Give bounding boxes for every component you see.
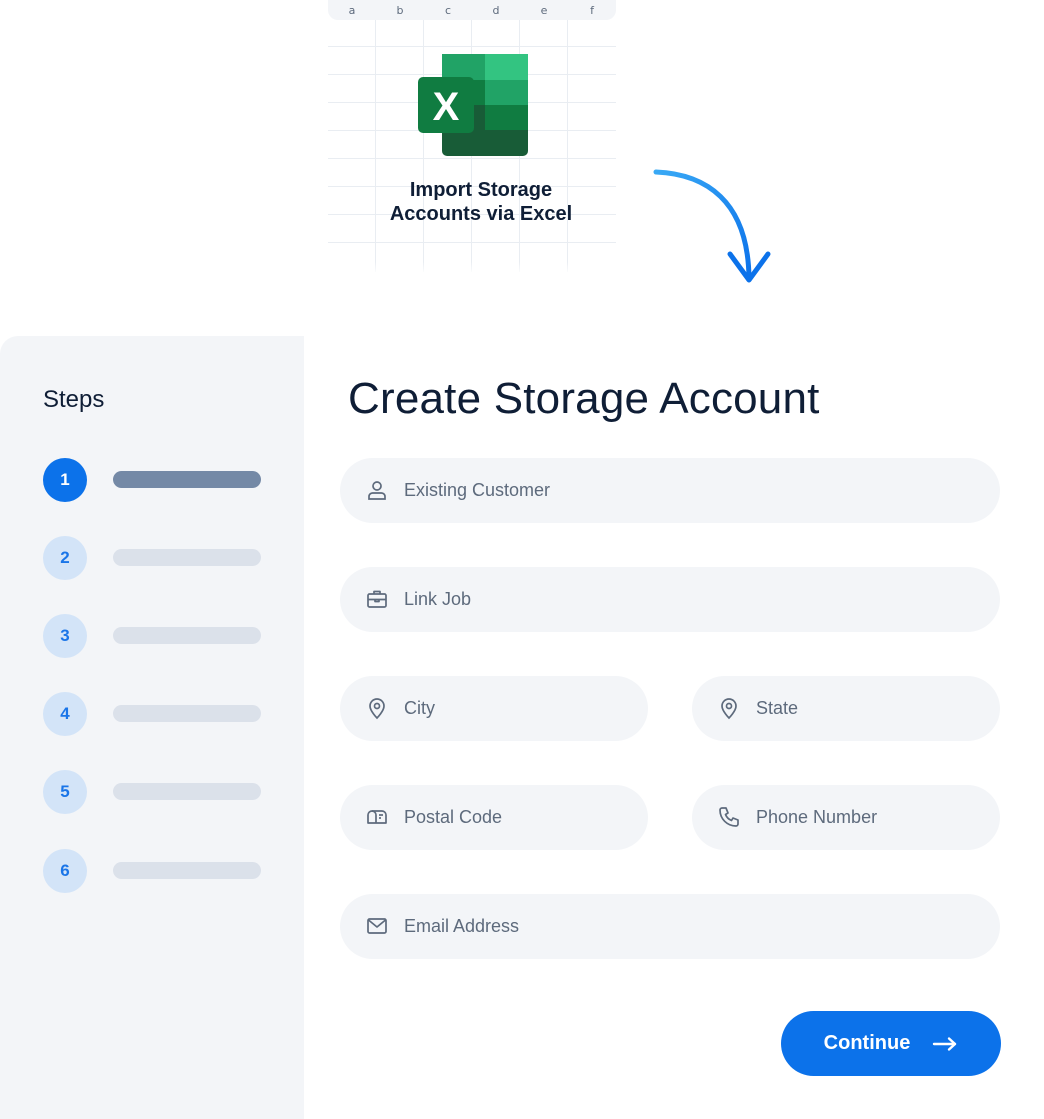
step-number: 2 bbox=[43, 536, 87, 580]
step-label-placeholder bbox=[113, 705, 261, 722]
spreadsheet-column-header: a b c d e f bbox=[328, 0, 616, 20]
map-pin-icon bbox=[721, 698, 737, 720]
city-input[interactable] bbox=[404, 676, 622, 741]
column-letter: b bbox=[396, 4, 404, 17]
state-field[interactable] bbox=[692, 676, 1000, 741]
step-number: 5 bbox=[43, 770, 87, 814]
email-address-field[interactable] bbox=[340, 894, 1000, 959]
state-input[interactable] bbox=[756, 676, 974, 741]
briefcase-icon bbox=[367, 590, 387, 608]
step-number: 4 bbox=[43, 692, 87, 736]
map-pin-icon bbox=[369, 698, 385, 720]
step-label-placeholder bbox=[113, 783, 261, 800]
postal-code-input[interactable] bbox=[404, 785, 622, 850]
step-number: 1 bbox=[43, 458, 87, 502]
step-number: 6 bbox=[43, 849, 87, 893]
column-letter: f bbox=[590, 4, 594, 17]
step-label-placeholder bbox=[113, 627, 261, 644]
column-letter: e bbox=[540, 4, 548, 17]
step-item-5[interactable]: 5 bbox=[43, 770, 263, 814]
continue-button-label: Continue bbox=[823, 1032, 911, 1054]
steps-title: Steps bbox=[43, 386, 105, 413]
phone-number-input[interactable] bbox=[756, 785, 974, 850]
link-job-field[interactable] bbox=[340, 567, 1000, 632]
excel-import-card[interactable]: a b c d e f X Import Storage Accounts vi… bbox=[328, 0, 616, 272]
card-fade bbox=[328, 262, 616, 272]
grid-line bbox=[375, 20, 376, 272]
arrow-right-icon bbox=[933, 1036, 957, 1051]
continue-button[interactable]: Continue bbox=[781, 1011, 1001, 1076]
grid-line bbox=[328, 46, 616, 47]
user-icon bbox=[368, 481, 386, 500]
existing-customer-input[interactable] bbox=[404, 458, 974, 523]
step-item-4[interactable]: 4 bbox=[43, 692, 263, 736]
grid-line bbox=[328, 242, 616, 243]
excel-card-title-line: Import Storage bbox=[409, 179, 553, 201]
page-title: Create Storage Account bbox=[348, 374, 820, 423]
excel-logo-icon: X bbox=[418, 54, 528, 156]
column-letter: d bbox=[492, 4, 500, 17]
step-item-3[interactable]: 3 bbox=[43, 614, 263, 658]
step-item-2[interactable]: 2 bbox=[43, 536, 263, 580]
phone-icon bbox=[719, 807, 739, 827]
email-address-input[interactable] bbox=[404, 894, 974, 959]
curved-arrow-icon bbox=[653, 169, 771, 283]
excel-card-title: Import Storage Accounts via Excel bbox=[328, 178, 616, 226]
postal-code-field[interactable] bbox=[340, 785, 648, 850]
existing-customer-field[interactable] bbox=[340, 458, 1000, 523]
excel-logo-letter: X bbox=[433, 85, 460, 129]
step-number: 3 bbox=[43, 614, 87, 658]
grid-line bbox=[567, 20, 568, 272]
envelope-icon bbox=[367, 918, 387, 934]
step-item-1[interactable]: 1 bbox=[43, 458, 263, 502]
steps-sidebar: Steps 1 2 3 4 5 6 bbox=[0, 336, 304, 1119]
link-job-input[interactable] bbox=[404, 567, 974, 632]
column-letter: c bbox=[444, 4, 452, 17]
step-label-placeholder bbox=[113, 549, 261, 566]
grid-line bbox=[328, 158, 616, 159]
column-letter: a bbox=[348, 4, 356, 17]
step-item-6[interactable]: 6 bbox=[43, 849, 263, 893]
mailbox-icon bbox=[367, 810, 387, 824]
step-label-placeholder bbox=[113, 862, 261, 879]
step-label-placeholder bbox=[113, 471, 261, 488]
city-field[interactable] bbox=[340, 676, 648, 741]
excel-card-title-line: Accounts via Excel bbox=[389, 203, 573, 225]
phone-number-field[interactable] bbox=[692, 785, 1000, 850]
